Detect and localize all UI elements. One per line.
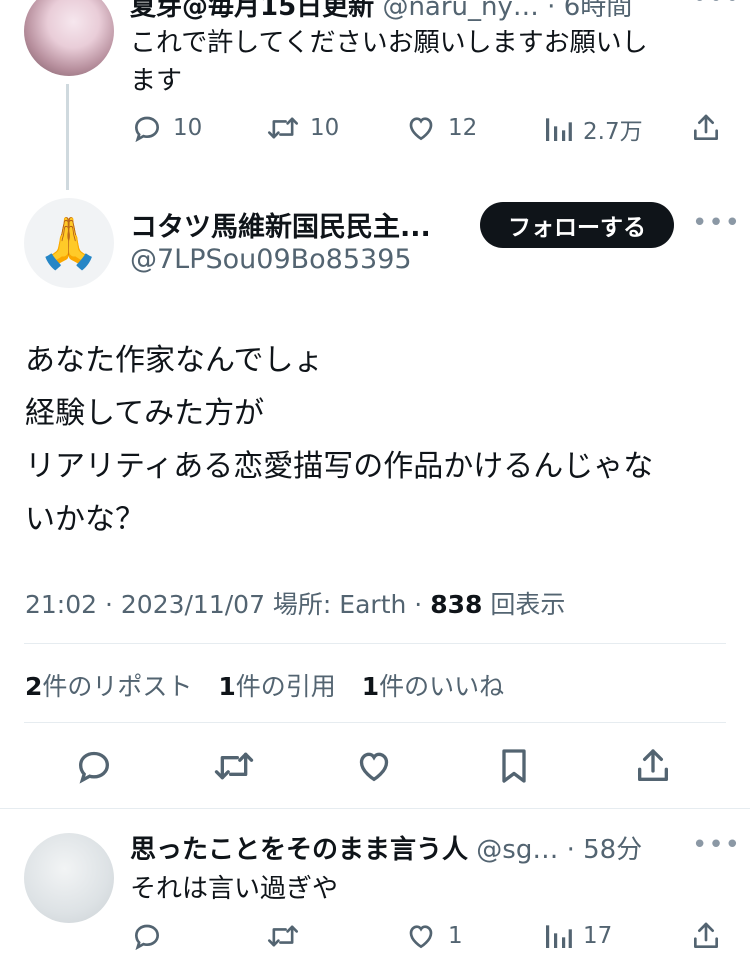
praying-hands-emoji: 🙏 [37, 213, 101, 272]
views-count: 17 [583, 923, 613, 949]
share-button[interactable] [633, 746, 673, 786]
follow-button[interactable]: フォローする [480, 202, 674, 248]
reply-button[interactable]: 10 [131, 112, 202, 144]
retweet-icon [266, 112, 300, 144]
reposts-stat[interactable]: 2件のリポスト [25, 672, 192, 701]
reply-button[interactable] [131, 920, 173, 952]
handle[interactable]: @naru_ny… [382, 0, 538, 22]
divider [24, 643, 726, 644]
handle[interactable]: @sg… [476, 835, 558, 865]
retweet-icon [266, 920, 300, 952]
divider [24, 722, 726, 723]
avatar[interactable] [24, 833, 114, 923]
tweet-text: それは言い過ぎや [130, 874, 339, 904]
like-button[interactable]: 1 [404, 920, 463, 952]
heart-icon [404, 920, 438, 952]
follow-button-label: フォローする [508, 215, 646, 241]
share-icon [638, 749, 668, 781]
share-button[interactable] [690, 920, 722, 952]
retweet-icon [214, 752, 254, 780]
more-icon[interactable]: ••• [692, 208, 741, 238]
thread-line [66, 84, 69, 190]
reply-icon [78, 751, 110, 784]
reply-button[interactable] [74, 746, 114, 786]
like-count: 12 [448, 115, 478, 141]
views-icon [543, 113, 573, 145]
avatar[interactable]: 🙏 [24, 198, 114, 288]
tweet-text: これで許してくださいお願いしますお願いし ます [130, 28, 648, 96]
reply-icon [131, 112, 163, 144]
like-button[interactable]: 12 [404, 112, 477, 144]
retweet-button[interactable] [266, 920, 310, 952]
view-count: 838 [430, 590, 483, 619]
divider [0, 808, 750, 809]
reply-count: 10 [173, 115, 203, 141]
view-label: 回表示 [490, 590, 566, 619]
timestamp[interactable]: · 58分 [567, 835, 643, 865]
bookmark-icon [502, 749, 526, 783]
timestamp[interactable]: · 6時間 [547, 0, 632, 22]
quotes-stat[interactable]: 1件の引用 [218, 672, 335, 701]
display-name[interactable]: 思ったことをそのまま言う人 [130, 835, 468, 865]
share-icon [690, 112, 722, 144]
likes-stat[interactable]: 1件のいいね [362, 672, 504, 701]
more-icon[interactable]: ••• [692, 830, 741, 860]
tweet-meta: 21:02 · 2023/11/07 場所: Earth · 838 回表示 [25, 585, 565, 621]
retweet-count: 10 [310, 115, 340, 141]
like-count: 1 [448, 923, 463, 949]
more-icon[interactable]: ••• [692, 0, 741, 14]
share-button[interactable] [690, 112, 722, 144]
share-icon [690, 920, 722, 952]
engagement-stats: 2件のリポスト 1件の引用 1件のいいね [25, 667, 504, 703]
retweet-button[interactable]: 10 [266, 112, 339, 144]
timestamp[interactable]: 21:02 · 2023/11/07 場所: Earth · [25, 590, 430, 619]
views-button[interactable]: 17 [543, 920, 612, 952]
handle[interactable]: @7LPSou09Bo85395 [130, 244, 412, 275]
heart-icon [404, 112, 438, 144]
retweet-button[interactable] [212, 746, 256, 786]
views-icon [543, 920, 573, 952]
display-name[interactable]: コタツ馬維新国民民主... [130, 205, 431, 244]
views-count: 2.7万 [583, 119, 643, 145]
tweet-text: あなた作家なんでしょ 経験してみた方が リアリティある恋愛描写の作品かけるんじゃ… [25, 343, 654, 537]
reply-icon [131, 920, 163, 952]
bookmark-button[interactable] [494, 746, 534, 786]
heart-icon [359, 752, 389, 782]
display-name[interactable]: 夏芽@毎月15日更新 [130, 0, 374, 22]
avatar[interactable] [24, 0, 114, 76]
like-button[interactable] [354, 746, 394, 786]
views-button[interactable]: 2.7万 [543, 112, 643, 146]
